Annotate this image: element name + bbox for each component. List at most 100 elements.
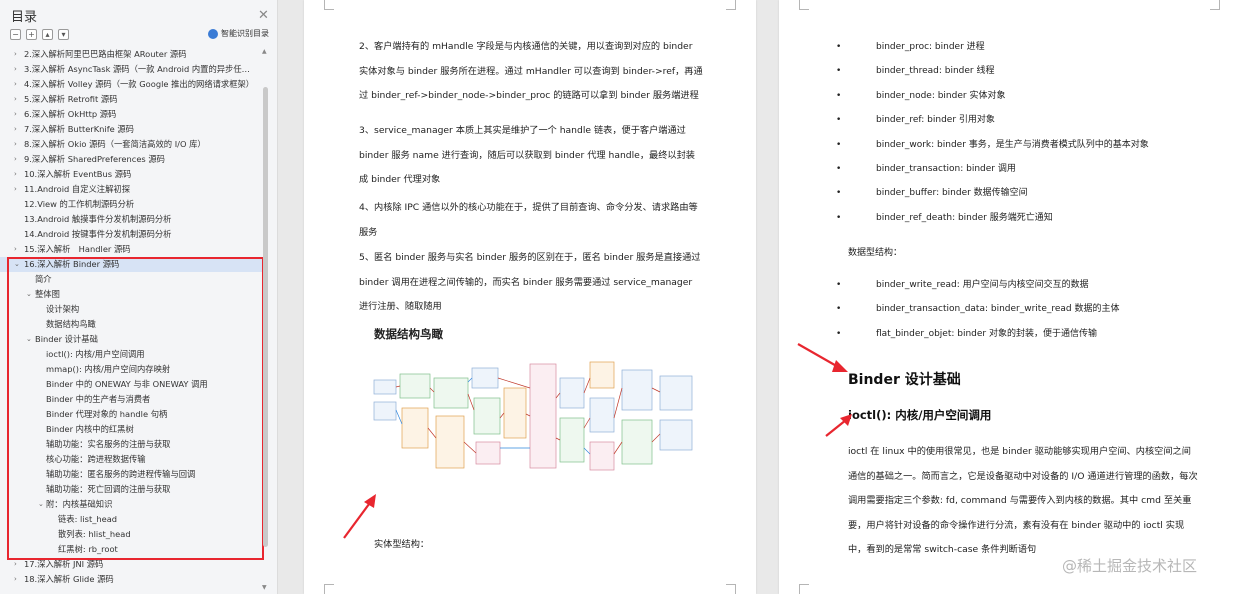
toc-item[interactable]: ⌄ Binder 设计基础 [0, 332, 262, 347]
toc-item[interactable]: › 11.Android 自定义注解初探 [0, 182, 262, 197]
level-up-icon[interactable]: ▴ [42, 29, 53, 40]
toc-item-label: 附：内核基础知识 [46, 499, 113, 509]
chevron-right-icon[interactable]: › [14, 62, 17, 77]
toc-item[interactable]: › 2.深入解析阿里巴巴路由框架 ARouter 源码 [0, 47, 262, 62]
toc-item[interactable]: › 7.深入解析 ButterKnife 源码 [0, 122, 262, 137]
toc-item-label: 辅助功能：匿名服务的跨进程传输与回调 [46, 469, 196, 479]
toc-item[interactable]: ioctl(): 内核/用户空间调用 [0, 347, 262, 362]
toc-item[interactable]: 数据结构鸟瞰 [0, 317, 262, 332]
expand-all-icon[interactable]: + [26, 29, 37, 40]
toc-item[interactable]: › 17.深入解析 JNI 源码 [0, 557, 262, 572]
scroll-down-icon[interactable]: ▼ [262, 584, 267, 591]
toc-item-label: 辅助功能：死亡回调的注册与获取 [46, 484, 171, 494]
toc-item[interactable]: 辅助功能：实名服务的注册与获取 [0, 437, 262, 452]
smart-toc-button[interactable]: 智能识别目录 [208, 28, 269, 39]
chevron-down-icon[interactable]: ⌄ [26, 332, 32, 347]
document-page-1: 2、客户端持有的 mHandle 字段是与内核通信的关键，用以查询到对应的 bi… [304, 0, 756, 594]
paragraph-5: 5、匿名 binder 服务与实名 binder 服务的区别在于，匿名 bind… [359, 252, 701, 312]
chevron-right-icon[interactable]: › [14, 122, 17, 137]
chevron-down-icon[interactable]: ⌄ [14, 257, 20, 272]
ioctl-paragraph: ioctl 在 linux 中的使用很常见，也是 binder 驱动能够实现用户… [848, 446, 1198, 555]
toc-item[interactable]: ⌄ 16.深入解析 Binder 源码 [0, 257, 262, 272]
toc-item-label: 12.View 的工作机制源码分析 [24, 199, 135, 209]
toc-item[interactable]: 14.Android 按键事件分发机制源码分析 [0, 227, 262, 242]
entity-structure-list: binder_proc: binder 进程 binder_thread: bi… [836, 35, 1149, 231]
chevron-right-icon[interactable]: › [14, 107, 17, 122]
toc-item-label: 核心功能：跨进程数据传输 [46, 454, 146, 464]
toc-item[interactable]: 设计架构 [0, 302, 262, 317]
chevron-right-icon[interactable]: › [14, 557, 17, 572]
paragraph-2: 2、客户端持有的 mHandle 字段是与内核通信的关键，用以查询到对应的 bi… [359, 41, 703, 101]
page-corner-mark [726, 584, 736, 594]
toc-item-label: 红黑树: rb_root [58, 544, 118, 554]
chevron-right-icon[interactable]: › [14, 137, 17, 152]
list-item: binder_node: binder 实体对象 [836, 84, 1149, 109]
chevron-right-icon[interactable]: › [14, 167, 17, 182]
heading-ioctl: ioctl(): 内核/用户空间调用 [848, 408, 992, 422]
toc-item[interactable]: › 9.深入解析 SharedPreferences 源码 [0, 152, 262, 167]
toc-item[interactable]: 散列表: hlist_head [0, 527, 262, 542]
toc-item-label: 2.深入解析阿里巴巴路由框架 ARouter 源码 [24, 49, 187, 59]
toc-sidebar: 目录 ✕ − + ▴ ▾ 智能识别目录 › 2.深入解析阿里巴巴路由框架 ARou… [0, 0, 278, 594]
collapse-all-icon[interactable]: − [10, 29, 21, 40]
toc-item-label: 7.深入解析 ButterKnife 源码 [24, 124, 134, 134]
toc-item[interactable]: › 4.深入解析 Volley 源码（一款 Google 推出的网络请求框架） [0, 77, 262, 92]
toc-item[interactable]: 链表: list_head [0, 512, 262, 527]
toc-item[interactable]: mmap(): 内核/用户空间内存映射 [0, 362, 262, 377]
entity-structure-label: 实体型结构： [374, 539, 430, 550]
toc-item-label: mmap(): 内核/用户空间内存映射 [46, 364, 171, 374]
toc-item[interactable]: › 8.深入解析 Okio 源码（一套简洁高效的 I/O 库） [0, 137, 262, 152]
toc-item[interactable]: 辅助功能：匿名服务的跨进程传输与回调 [0, 467, 262, 482]
toc-item[interactable]: 简介 [0, 272, 262, 287]
scroll-up-icon[interactable]: ▲ [262, 48, 267, 55]
chevron-right-icon[interactable]: › [14, 152, 17, 167]
page-corner-mark [799, 0, 809, 10]
level-down-icon[interactable]: ▾ [58, 29, 69, 40]
toc-item-label: 14.Android 按键事件分发机制源码分析 [24, 229, 172, 239]
heading-binder-basics: Binder 设计基础 [848, 372, 961, 388]
scrollbar-thumb[interactable] [263, 87, 268, 547]
chevron-right-icon[interactable]: › [14, 92, 17, 107]
chevron-right-icon[interactable]: › [14, 47, 17, 62]
toc-item[interactable]: 红黑树: rb_root [0, 542, 262, 557]
list-item: binder_work: binder 事务，是生产与消费者模式队列中的基本对象 [836, 133, 1149, 158]
data-structure-label: 数据型结构： [848, 248, 903, 258]
toc-item-label: 17.深入解析 JNI 源码 [24, 559, 104, 569]
close-icon[interactable]: ✕ [258, 8, 269, 23]
toc-item[interactable]: › 15.深入解析 Handler 源码 [0, 242, 262, 257]
list-item: binder_transaction_data: binder_write_re… [836, 297, 1120, 322]
smart-toc-label: 智能识别目录 [221, 29, 269, 38]
toc-item[interactable]: › 6.深入解析 OkHttp 源码 [0, 107, 262, 122]
toc-item-label: 8.深入解析 Okio 源码（一套简洁高效的 I/O 库） [24, 139, 206, 149]
chevron-down-icon[interactable]: ⌄ [38, 497, 44, 512]
page-corner-mark [726, 0, 736, 10]
smart-icon [208, 28, 218, 39]
chevron-right-icon[interactable]: › [14, 572, 17, 587]
toc-item-label: Binder 中的生产者与消费者 [46, 394, 151, 404]
toc-item[interactable]: ⌄ 整体图 [0, 287, 262, 302]
toc-item-label: 5.深入解析 Retrofit 源码 [24, 94, 118, 104]
list-item: binder_transaction: binder 调用 [836, 157, 1149, 182]
toc-item[interactable]: ⌄ 附：内核基础知识 [0, 497, 262, 512]
list-item: flat_binder_objet: binder 对象的封装，便于通信传输 [836, 322, 1120, 347]
toc-item-label: Binder 内核中的红黑树 [46, 424, 134, 434]
toc-item-label: ioctl(): 内核/用户空间调用 [46, 349, 145, 359]
toc-item[interactable]: 12.View 的工作机制源码分析 [0, 197, 262, 212]
toc-item[interactable]: › 3.深入解析 AsyncTask 源码（一款 Android 内置的异步任务执… [0, 62, 262, 77]
chevron-right-icon[interactable]: › [14, 182, 17, 197]
toc-item[interactable]: 核心功能：跨进程数据传输 [0, 452, 262, 467]
toc-item[interactable]: Binder 中的 ONEWAY 与非 ONEWAY 调用 [0, 377, 262, 392]
data-structure-list: binder_write_read: 用户空间与内核空间交互的数据 binder… [836, 273, 1120, 347]
toc-item[interactable]: › 5.深入解析 Retrofit 源码 [0, 92, 262, 107]
toc-item[interactable]: Binder 中的生产者与消费者 [0, 392, 262, 407]
toc-item[interactable]: 辅助功能：死亡回调的注册与获取 [0, 482, 262, 497]
toc-item[interactable]: 13.Android 触摸事件分发机制源码分析 [0, 212, 262, 227]
chevron-right-icon[interactable]: › [14, 77, 17, 92]
toc-item[interactable]: Binder 内核中的红黑树 [0, 422, 262, 437]
toc-item[interactable]: Binder 代理对象的 handle 句柄 [0, 407, 262, 422]
list-item: binder_buffer: binder 数据传输空间 [836, 181, 1149, 206]
toc-item[interactable]: › 10.深入解析 EventBus 源码 [0, 167, 262, 182]
toc-item[interactable]: › 18.深入解析 Glide 源码 [0, 572, 262, 587]
chevron-right-icon[interactable]: › [14, 242, 17, 257]
chevron-down-icon[interactable]: ⌄ [26, 287, 32, 302]
